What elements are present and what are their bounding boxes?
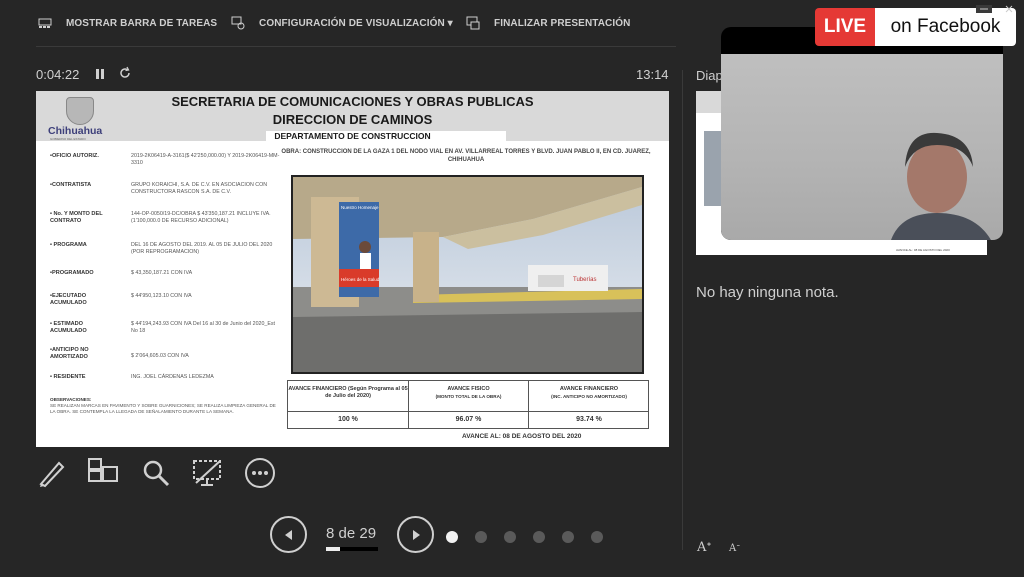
slide-subtitle: DIRECCION DE CAMINOS	[272, 112, 433, 127]
field-label: •PROGRAMADO	[50, 270, 94, 276]
increase-font-icon: Aᐩ	[697, 540, 712, 555]
slide-dot[interactable]	[591, 531, 603, 543]
reset-icon	[120, 66, 130, 78]
next-slide-button[interactable]	[397, 516, 434, 553]
elapsed-timer: 0:04:22	[36, 67, 80, 82]
progress-table: AVANCE FINANCIERO (Según Programa al 05 …	[287, 380, 649, 429]
field-label: •EJECUTADO ACUMULADO	[50, 293, 87, 306]
end-presentation-button[interactable]: FINALIZAR PRESENTACIÓN	[466, 16, 630, 30]
current-time: 13:14	[636, 67, 669, 82]
field-value: $ 44'950,123.10 CON IVA	[131, 293, 192, 299]
previous-slide-button[interactable]	[270, 516, 307, 553]
slide-dot[interactable]	[504, 531, 516, 543]
table-header-text: AVANCE FISICO	[447, 386, 490, 392]
zoom-button[interactable]	[140, 457, 172, 489]
window-controls[interactable]	[964, 0, 1024, 13]
slide-dot[interactable]	[475, 531, 487, 543]
next-slide-title: Diap	[696, 68, 723, 83]
slide-progress-fill	[326, 547, 341, 551]
end-presentation-icon	[466, 16, 480, 30]
table-cell: 100 %	[288, 412, 409, 429]
field-label: •ANTICIPO NO AMORTIZADO	[50, 347, 89, 360]
pause-timer-button[interactable]	[94, 67, 106, 81]
table-cell: 96.07 %	[409, 412, 529, 429]
svg-text:Tuberías: Tuberías	[573, 277, 596, 283]
increase-font-button[interactable]: Aᐩ	[697, 540, 711, 555]
more-options-button[interactable]	[244, 457, 276, 489]
panel-divider	[682, 70, 683, 550]
presenter-video	[891, 132, 991, 240]
facebook-badge: on Facebook	[875, 8, 1016, 46]
table-header: AVANCE FINANCIERO (Según Programa al 05 …	[288, 381, 409, 412]
black-screen-button[interactable]	[192, 457, 224, 489]
field-label: • No. Y MONTO DEL CONTRATO	[50, 211, 103, 224]
live-badge: LIVE	[815, 8, 875, 46]
field-label: • PROGRAMA	[50, 242, 87, 248]
slide-dot[interactable]	[446, 531, 458, 543]
table-cell: 93.74 %	[576, 416, 602, 423]
construction-photo: Tuberías Nuestro Homenaje Héroes de la S…	[291, 175, 644, 374]
field-value: 144-OP-0050/19-DC/OBRA $ 43'350,187.21 I…	[131, 211, 271, 224]
field-label: • ESTIMADO ACUMULADO	[50, 321, 87, 334]
pen-icon	[39, 461, 65, 488]
observations-title: OBSERVACIONES:	[50, 397, 92, 402]
toolbar-divider	[36, 46, 676, 47]
next-slide-footer: AVANCE AL: 08 DE AGOSTO DEL 2020	[896, 248, 950, 252]
slides-grid-icon	[88, 458, 118, 482]
triangle-left-icon	[284, 529, 292, 540]
field-value: $ 44'194,243.93 CON IVA Del 16 al 30 de …	[131, 321, 276, 334]
table-header: AVANCE FISICO (MONTO TOTAL DE LA OBRA)	[409, 381, 529, 412]
current-slide[interactable]: Chihuahua GOBIERNO DEL ESTADO SECRETARIA…	[36, 91, 669, 447]
screen-off-icon	[193, 460, 221, 486]
field-value: DEL 16 DE AGOSTO DEL 2019. AL 05 DE JULI…	[131, 242, 273, 255]
decrease-font-button[interactable]: Aᐨ	[729, 543, 740, 554]
display-settings-icon	[231, 16, 245, 30]
speaker-notes: No hay ninguna nota.	[696, 284, 839, 301]
observations-text: SE REALIZAN MARCAS EN PAVIMENTO Y SOBRE …	[50, 403, 276, 414]
progress-date: AVANCE AL: 08 DE AGOSTO DEL 2020	[462, 433, 582, 440]
billboard-line: Héroes de la Salud	[341, 277, 380, 282]
field-value: $ 2'064,605.03 CON IVA	[131, 353, 189, 359]
decrease-font-icon: Aᐨ	[729, 543, 741, 554]
table-header-sub: (INC. ANTICIPO NO AMORTIZADO)	[551, 394, 627, 399]
field-value: 2019-2K06419-A-3161($ 42'250,000.00) Y 2…	[131, 153, 280, 166]
field-label: •OFICIO AUTORIZ.	[50, 153, 99, 159]
table-header: AVANCE FINANCIERO (INC. ANTICIPO NO AMOR…	[529, 381, 649, 412]
display-settings-button[interactable]: CONFIGURACIÓN DE VISUALIZACIÓN ▾	[231, 16, 453, 30]
pen-tool-button[interactable]	[36, 457, 68, 489]
project-description: OBRA: CONSTRUCCION DE LA GAZA 1 DEL NODO…	[281, 149, 651, 163]
taskbar-icon	[38, 16, 52, 30]
field-value: $ 43,350,187.21 CON IVA	[131, 270, 193, 276]
slide-dot[interactable]	[562, 531, 574, 543]
magnifier-icon	[143, 460, 170, 487]
slide-dot[interactable]	[533, 531, 545, 543]
table-header-sub: (MONTO TOTAL DE LA OBRA)	[435, 394, 502, 399]
field-value: GRUPO KORAICHI, S.A. DE C.V. EN ASOCIACI…	[131, 182, 268, 195]
field-label: • RESIDENTE	[50, 374, 86, 380]
see-all-slides-button[interactable]	[87, 457, 119, 489]
slide-title: SECRETARIA DE COMUNICACIONES Y OBRAS PUB…	[171, 94, 534, 109]
show-taskbar-label: MOSTRAR BARRA DE TAREAS	[66, 17, 218, 29]
table-header-text: AVANCE FINANCIERO	[559, 386, 619, 392]
more-icon	[245, 458, 275, 488]
slide-counter[interactable]: 8 de 29	[326, 525, 376, 542]
reset-timer-button[interactable]	[118, 66, 132, 80]
slide-progress-bar	[326, 547, 378, 551]
observations: OBSERVACIONES: SE REALIZAN MARCAS EN PAV…	[50, 397, 280, 415]
end-presentation-label: FINALIZAR PRESENTACIÓN	[494, 17, 631, 29]
billboard-line: Nuestro Homenaje	[341, 205, 379, 210]
show-taskbar-button[interactable]: MOSTRAR BARRA DE TAREAS	[38, 16, 217, 30]
window-controls-icon	[976, 5, 1013, 13]
slide-department: DEPARTAMENTO DE CONSTRUCCION	[274, 131, 431, 141]
field-value: ING. JOEL CÁRDENAS LEDEZMA	[131, 374, 214, 380]
triangle-right-icon	[412, 529, 420, 540]
field-label: •CONTRATISTA	[50, 182, 92, 188]
display-settings-label: CONFIGURACIÓN DE VISUALIZACIÓN ▾	[259, 17, 453, 29]
webcam-overlay	[721, 27, 1003, 240]
